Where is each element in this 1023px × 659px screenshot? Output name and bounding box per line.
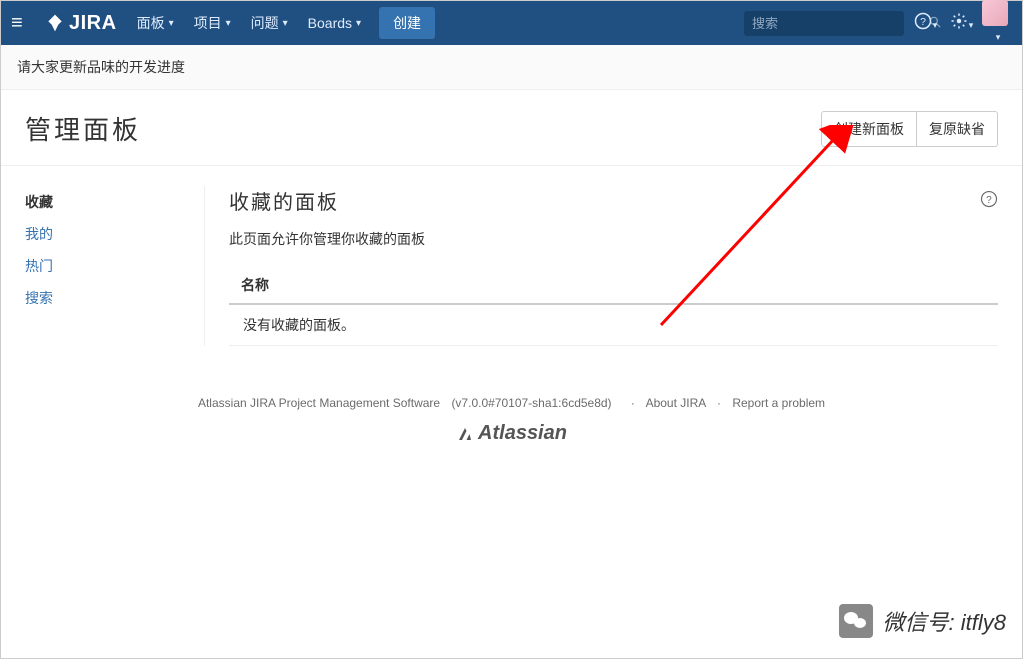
caret-down-icon: ▾: [283, 18, 288, 29]
wechat-icon: [839, 604, 873, 638]
svg-text:?: ?: [986, 195, 992, 206]
menu-icon[interactable]: ≡: [11, 12, 41, 35]
watermark: 微信号: itfly8: [839, 604, 1007, 638]
announcement-banner: 请大家更新品味的开发进度: [1, 45, 1022, 90]
panel-description: 此页面允许你管理你收藏的面板: [229, 229, 998, 249]
header-actions: 创建新面板 复原缺省: [821, 111, 998, 147]
page-header: 管理面板 创建新面板 复原缺省: [1, 90, 1022, 166]
user-avatar: [982, 0, 1008, 26]
jira-logo[interactable]: JIRA: [45, 12, 117, 35]
help-icon: ?: [914, 12, 932, 30]
top-navbar: ≡ JIRA 面板▾ 项目▾ 问题▾ Boards▾ 创建 ?▾ ▾ ▾: [1, 1, 1022, 45]
sidebar-nav: 收藏 我的 热门 搜索: [25, 186, 205, 346]
jira-logo-icon: [45, 13, 65, 33]
panel-help-icon[interactable]: ?: [980, 190, 998, 211]
sidebar-item-favourite[interactable]: 收藏: [25, 186, 192, 218]
svg-text:?: ?: [920, 15, 926, 27]
footer-version: (v7.0.0#70107-sha1:6cd5e8d): [451, 396, 611, 410]
create-dashboard-button[interactable]: 创建新面板: [821, 111, 917, 147]
search-box[interactable]: [744, 11, 904, 36]
sidebar-item-my[interactable]: 我的: [25, 218, 192, 250]
footer-report-link[interactable]: Report a problem: [732, 396, 825, 410]
create-button[interactable]: 创建: [379, 7, 435, 39]
main-panel: ? 收藏的面板 此页面允许你管理你收藏的面板 名称 没有收藏的面板。: [229, 186, 998, 346]
panel-heading: 收藏的面板: [229, 186, 998, 215]
caret-down-icon: ▾: [226, 18, 231, 29]
admin-menu[interactable]: ▾: [946, 12, 976, 35]
sidebar-item-search[interactable]: 搜索: [25, 282, 192, 314]
user-menu[interactable]: ▾: [982, 0, 1012, 47]
content-area: 收藏 我的 热门 搜索 ? 收藏的面板 此页面允许你管理你收藏的面板 名称 没有…: [1, 166, 1022, 366]
caret-down-icon: ▾: [356, 18, 361, 29]
caret-down-icon: ▾: [933, 20, 938, 30]
page-title: 管理面板: [25, 110, 141, 147]
footer-about-link[interactable]: About JIRA: [646, 396, 706, 410]
gear-icon: [950, 12, 968, 30]
atlassian-logo-icon: [456, 425, 474, 443]
caret-down-icon: ▾: [969, 20, 974, 30]
footer: Atlassian JIRA Project Management Softwa…: [1, 396, 1022, 446]
nav-issues[interactable]: 问题▾: [241, 1, 298, 45]
footer-software-link[interactable]: Atlassian JIRA Project Management Softwa…: [198, 396, 440, 410]
nav-projects[interactable]: 项目▾: [184, 1, 241, 45]
atlassian-logo[interactable]: Atlassian: [456, 422, 567, 445]
search-input[interactable]: [752, 16, 928, 31]
sidebar-item-popular[interactable]: 热门: [25, 250, 192, 282]
nav-dashboards[interactable]: 面板▾: [127, 1, 184, 45]
help-menu[interactable]: ?▾: [910, 12, 940, 35]
caret-down-icon: ▾: [996, 32, 1001, 42]
restore-defaults-button[interactable]: 复原缺省: [917, 111, 998, 147]
table-header-name: 名称: [229, 267, 998, 305]
nav-boards[interactable]: Boards▾: [298, 1, 371, 45]
table-empty-row: 没有收藏的面板。: [229, 305, 998, 346]
caret-down-icon: ▾: [169, 18, 174, 29]
